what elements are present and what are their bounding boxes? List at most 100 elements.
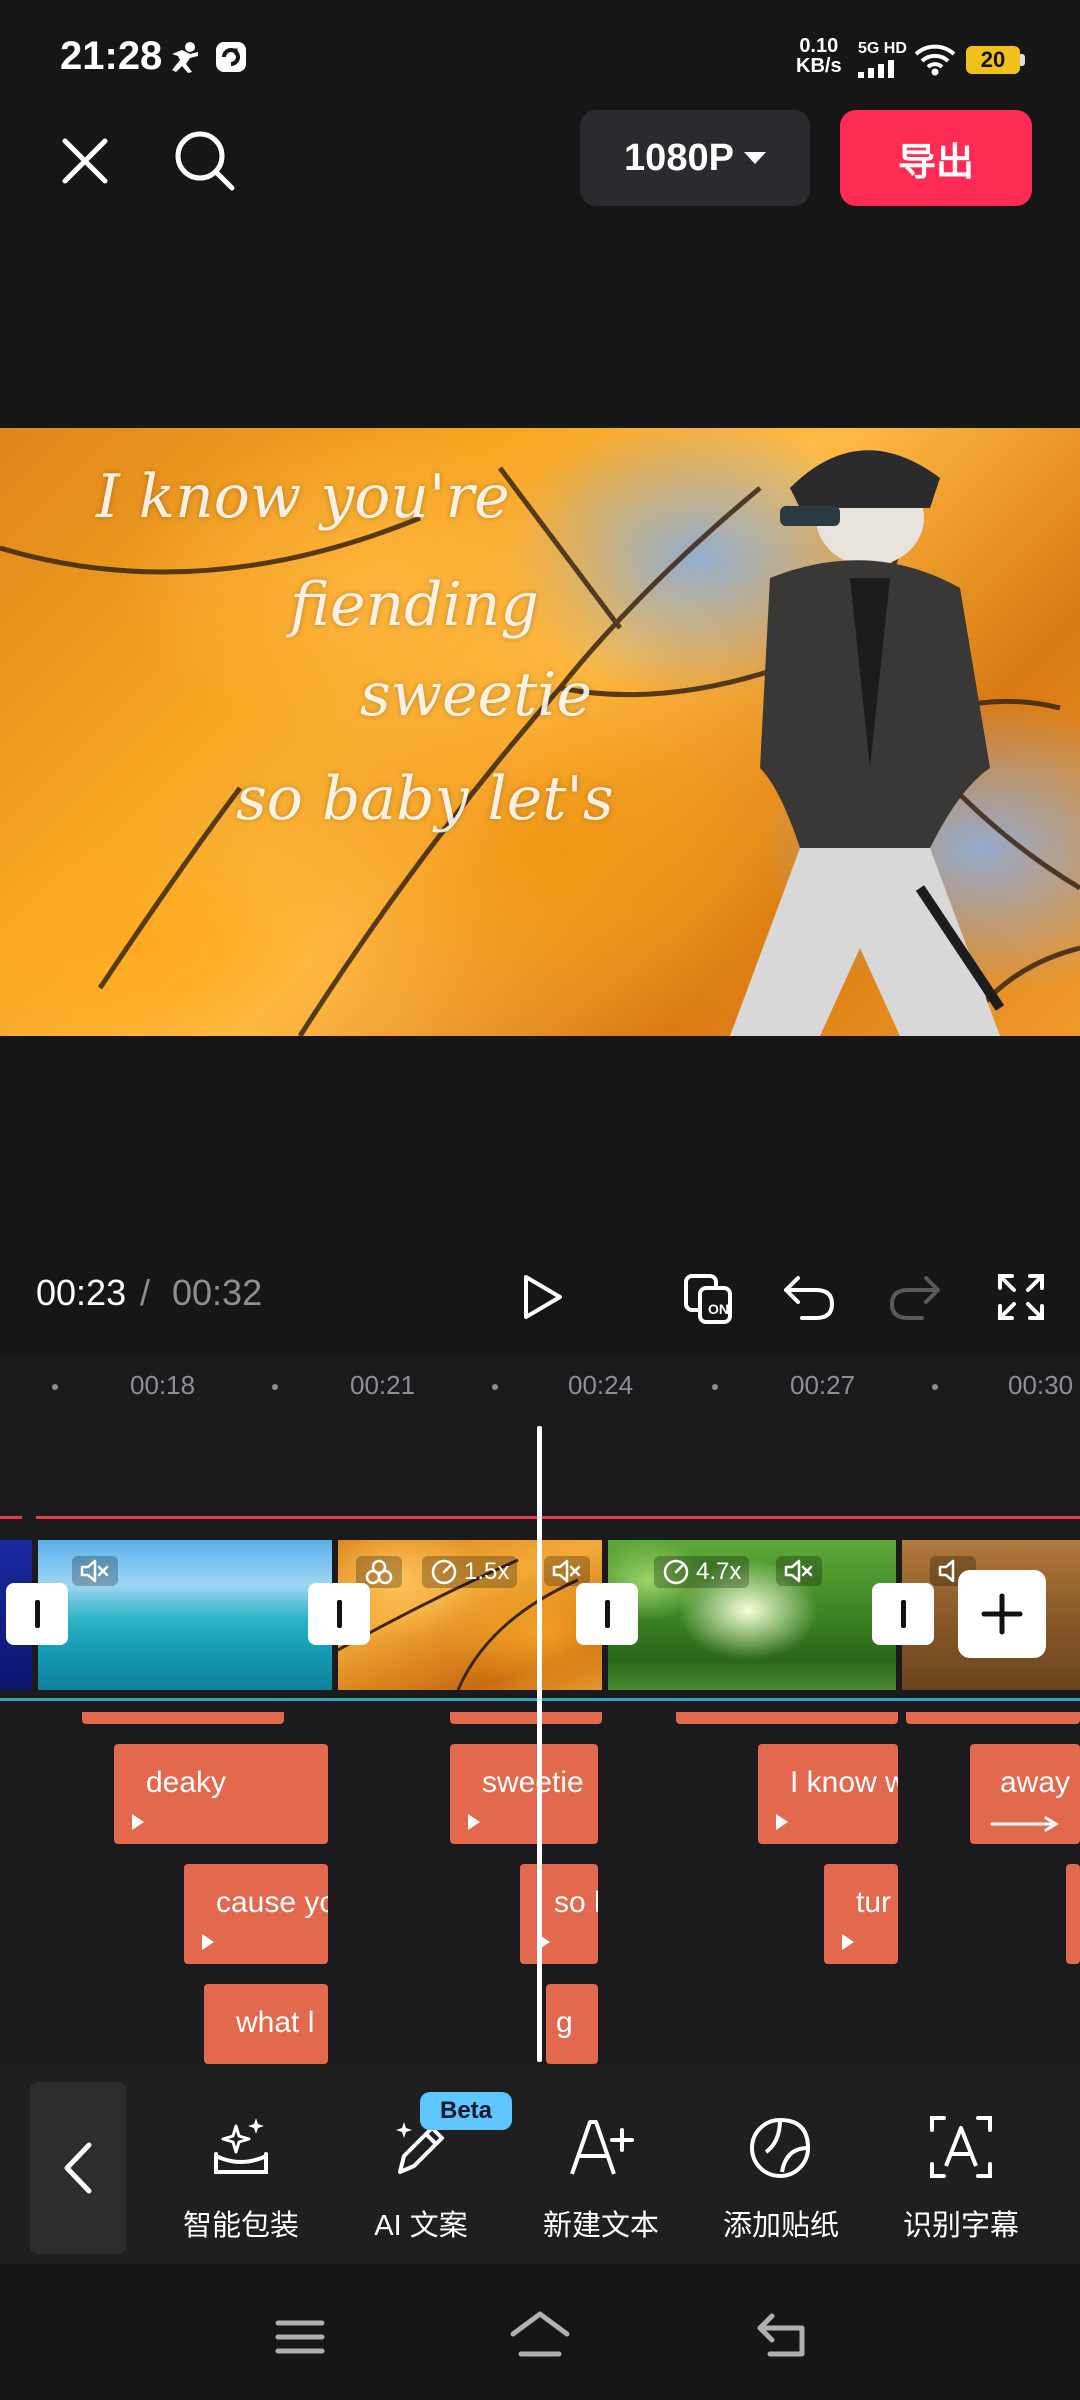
text-clip[interactable]: deaky <box>114 1744 328 1844</box>
add-clip-button[interactable] <box>958 1570 1046 1658</box>
animation-icon <box>132 1814 144 1830</box>
text-clip-partial[interactable] <box>676 1712 898 1724</box>
lyric-line-4: so baby let's <box>236 764 614 834</box>
current-time: 00:23 <box>36 1272 127 1313</box>
audio-track-line[interactable] <box>36 1516 1080 1519</box>
text-clip-label: g <box>556 2006 573 2039</box>
total-time: 00:32 <box>172 1272 263 1313</box>
menu-button[interactable] <box>262 2302 338 2372</box>
beta-badge: Beta <box>420 2092 512 2130</box>
smart-package-label[interactable]: 智能包装 <box>156 2202 326 2244</box>
text-clip-partial[interactable] <box>906 1712 1080 1724</box>
tick-label: 00:21 <box>350 1370 416 1400</box>
text-clip[interactable]: tur <box>824 1864 898 1964</box>
redo-icon <box>889 1276 940 1320</box>
handle-bar <box>604 1600 610 1628</box>
compare-toggle-button[interactable]: ON <box>674 1262 750 1338</box>
mute-icon <box>784 1559 813 1583</box>
caret-down-icon <box>743 152 766 164</box>
new-text-tool[interactable] <box>516 2112 686 2187</box>
speed-badge: 4.7x <box>654 1556 750 1588</box>
playhead[interactable] <box>537 1426 542 2062</box>
mute-icon <box>80 1559 109 1583</box>
fullscreen-button[interactable] <box>986 1262 1056 1332</box>
clip-transition-handle[interactable] <box>308 1583 370 1645</box>
battery-icon: 20 <box>966 46 1020 74</box>
status-bar: 21:28 0.10 KB/s 5G HD 20 <box>0 0 1080 110</box>
mute-badge <box>776 1556 822 1586</box>
add-sticker-label[interactable]: 添加贴纸 <box>696 2202 866 2244</box>
video-clip-ocean[interactable] <box>38 1540 332 1690</box>
play-icon <box>524 1275 562 1319</box>
animation-icon <box>776 1814 788 1830</box>
smart-package-icon <box>214 2118 268 2174</box>
resolution-label: 1080P <box>624 136 734 179</box>
redo-button[interactable] <box>880 1262 950 1332</box>
speed-badge: 1.5x <box>422 1556 518 1588</box>
text-clip[interactable]: so b <box>520 1864 598 1964</box>
animation-icon <box>842 1934 854 1950</box>
text-clip[interactable]: what l <box>204 1984 328 2064</box>
text-clip-label: sweetie <box>482 1766 584 1799</box>
net-speed-unit: KB/s <box>796 55 842 77</box>
status-time: 21:28 <box>60 34 163 78</box>
recognize-captions-tool[interactable] <box>876 2112 1046 2187</box>
play-button[interactable] <box>506 1262 576 1332</box>
video-preview[interactable]: I know you're fiending sweetie so baby l… <box>0 428 1080 1036</box>
text-clip-label: what l <box>236 2006 315 2039</box>
resolution-dropdown[interactable]: 1080P <box>580 110 810 206</box>
lyric-line-1: I know you're <box>96 462 510 532</box>
toolbar-back-button[interactable] <box>30 2082 126 2254</box>
add-sticker-tool[interactable] <box>696 2112 866 2187</box>
mute-icon <box>552 1559 581 1583</box>
tick-label: 00:30 <box>1008 1370 1074 1400</box>
speed-value: 1.5x <box>464 1558 510 1585</box>
text-clip-label: I know w <box>790 1766 898 1799</box>
video-clip-autumn[interactable]: 1.5x <box>338 1540 602 1690</box>
close-button[interactable] <box>50 126 120 196</box>
text-clip-edge[interactable] <box>1066 1864 1080 1964</box>
battery-tip <box>1020 54 1025 66</box>
text-clip-partial[interactable] <box>450 1712 602 1724</box>
export-button[interactable]: 导出 <box>840 110 1032 206</box>
animation-icon <box>468 1814 480 1830</box>
character-figure <box>730 450 1005 1036</box>
ai-copywriting-label[interactable]: AI 文案 <box>336 2202 506 2244</box>
text-clip[interactable]: I know w <box>758 1744 898 1844</box>
text-clip-label: away <box>1000 1766 1071 1799</box>
clip-transition-handle[interactable] <box>6 1583 68 1645</box>
new-text-icon <box>570 2120 634 2175</box>
home-icon <box>510 2311 570 2357</box>
new-text-label[interactable]: 新建文本 <box>516 2202 686 2244</box>
search-button[interactable] <box>166 122 244 200</box>
clip-transition-handle[interactable] <box>872 1583 934 1645</box>
home-button[interactable] <box>502 2300 578 2370</box>
wifi-icon <box>914 44 956 76</box>
speed-value: 4.7x <box>696 1558 742 1585</box>
svg-text:ON: ON <box>708 1301 729 1317</box>
back-button[interactable] <box>746 2300 816 2370</box>
text-clip[interactable]: away <box>970 1744 1080 1844</box>
recognize-captions-label[interactable]: 识别字幕 <box>876 2202 1046 2244</box>
text-clip[interactable]: cause yo <box>184 1864 328 1964</box>
tick-label: 00:18 <box>130 1370 196 1400</box>
undo-button[interactable] <box>774 1262 844 1332</box>
text-clip[interactable]: g <box>546 1984 598 2064</box>
audio-track-line-start <box>0 1516 22 1519</box>
mute-badge <box>544 1556 590 1586</box>
text-clip-partial[interactable] <box>82 1712 284 1724</box>
tick-label: 00:24 <box>568 1370 634 1400</box>
speed-icon <box>663 1559 689 1585</box>
lyric-line-2: fiending <box>290 570 539 640</box>
smart-package-tool[interactable] <box>156 2112 326 2187</box>
net-speed: 0.10 KB/s <box>796 36 842 76</box>
close-icon <box>62 138 108 184</box>
timeline-ruler[interactable]: 00:18 00:21 00:24 00:27 00:30 <box>0 1356 1080 1416</box>
figure-icon <box>172 42 198 73</box>
video-clip-forest[interactable]: 4.7x <box>608 1540 896 1690</box>
tick-dot <box>272 1384 278 1390</box>
network-type: 5G HD <box>858 40 907 57</box>
text-clip[interactable]: sweetie <box>450 1744 598 1844</box>
clip-transition-handle[interactable] <box>576 1583 638 1645</box>
handle-bar <box>900 1600 906 1628</box>
